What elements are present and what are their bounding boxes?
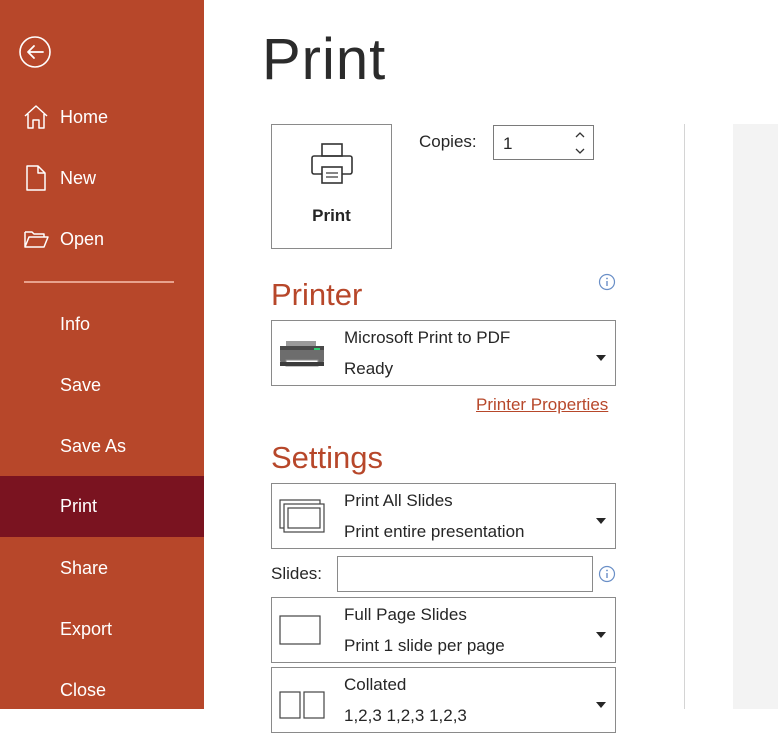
sidebar-item-open[interactable]: Open xyxy=(0,209,204,270)
info-icon[interactable] xyxy=(598,273,616,291)
slides-label: Slides: xyxy=(271,564,323,583)
copies-stepper[interactable]: 1 xyxy=(493,125,594,160)
page-title: Print xyxy=(262,27,387,92)
copies-label: Copies: xyxy=(419,132,477,151)
sidebar-item-export[interactable]: Export xyxy=(0,599,204,660)
panel-divider xyxy=(684,124,685,709)
dropdown-caret-icon xyxy=(595,512,607,524)
info-icon[interactable] xyxy=(598,565,616,583)
printer-status: Ready xyxy=(344,359,394,378)
sidebar-item-label: Save xyxy=(60,375,102,395)
home-icon xyxy=(23,103,49,131)
print-range-subtitle: Print entire presentation xyxy=(344,522,525,541)
sidebar-item-share[interactable]: Share xyxy=(0,538,204,599)
copies-value[interactable]: 1 xyxy=(503,134,512,154)
slides-input[interactable] xyxy=(337,556,593,592)
sidebar-item-new[interactable]: New xyxy=(0,148,204,209)
open-folder-icon xyxy=(23,225,49,253)
sidebar-divider xyxy=(24,281,174,283)
collated-icon xyxy=(278,682,328,720)
layout-dropdown[interactable]: Full Page Slides Print 1 slide per page xyxy=(271,597,616,663)
print-button[interactable]: Print xyxy=(271,124,392,249)
sidebar-item-home[interactable]: Home xyxy=(0,87,204,148)
printer-heading: Printer xyxy=(271,277,363,312)
layout-title: Full Page Slides xyxy=(344,605,467,624)
sidebar-item-label: Print xyxy=(60,496,98,516)
printer-name: Microsoft Print to PDF xyxy=(344,328,511,347)
all-slides-icon xyxy=(278,498,328,536)
printer-properties-link[interactable]: Printer Properties xyxy=(476,395,608,415)
collation-title: Collated xyxy=(344,675,407,694)
collation-dropdown[interactable]: Collated 1,2,3 1,2,3 1,2,3 xyxy=(271,667,616,733)
backstage-sidebar: Home New Open Info Save Save As Print Sh… xyxy=(0,0,204,709)
chevron-down-icon[interactable] xyxy=(573,144,587,158)
printer-dropdown[interactable]: Microsoft Print to PDF Ready xyxy=(271,320,616,386)
print-range-title: Print All Slides xyxy=(344,491,453,510)
sidebar-item-save[interactable]: Save xyxy=(0,355,204,416)
sidebar-item-label: Open xyxy=(60,229,105,249)
dropdown-caret-icon xyxy=(595,696,607,708)
settings-heading: Settings xyxy=(271,440,384,475)
sidebar-item-info[interactable]: Info xyxy=(0,294,204,355)
sidebar-item-save-as[interactable]: Save As xyxy=(0,416,204,477)
chevron-up-icon[interactable] xyxy=(573,128,587,142)
print-button-label: Print xyxy=(312,206,351,225)
dropdown-caret-icon xyxy=(595,349,607,361)
print-preview-pane xyxy=(733,124,778,709)
printer-device-icon xyxy=(278,335,328,373)
new-document-icon xyxy=(23,164,49,192)
back-arrow-icon[interactable] xyxy=(18,35,52,69)
dropdown-caret-icon xyxy=(595,626,607,638)
full-page-slide-icon xyxy=(278,612,328,650)
printer-icon xyxy=(309,141,355,187)
sidebar-item-label: New xyxy=(60,168,97,188)
sidebar-item-label: Home xyxy=(60,107,109,127)
sidebar-item-label: Save As xyxy=(60,436,127,456)
print-range-dropdown[interactable]: Print All Slides Print entire presentati… xyxy=(271,483,616,549)
sidebar-item-print[interactable]: Print xyxy=(0,476,204,537)
sidebar-item-label: Export xyxy=(60,619,113,639)
sidebar-item-label: Info xyxy=(60,314,91,334)
sidebar-item-label: Close xyxy=(60,680,107,700)
collation-subtitle: 1,2,3 1,2,3 1,2,3 xyxy=(344,706,467,725)
layout-subtitle: Print 1 slide per page xyxy=(344,636,505,655)
sidebar-item-close[interactable]: Close xyxy=(0,660,204,721)
sidebar-item-label: Share xyxy=(60,558,109,578)
